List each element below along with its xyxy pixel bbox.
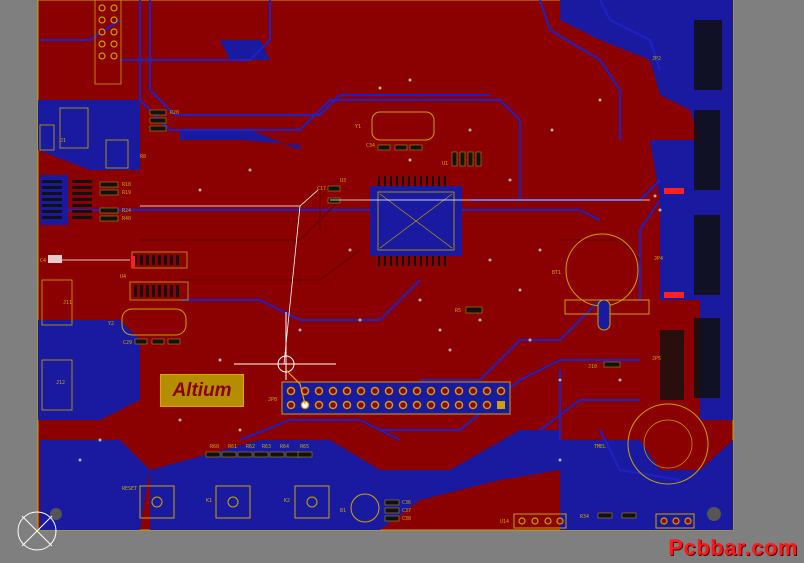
svg-text:C37: C37 [402, 508, 411, 514]
svg-text:J10: J10 [588, 364, 597, 370]
altium-logo: Altium [160, 374, 244, 407]
svg-text:R40: R40 [122, 216, 131, 222]
header-jp8 [281, 381, 511, 415]
svg-text:R63: R63 [262, 444, 271, 450]
svg-text:U3: U3 [340, 178, 346, 184]
svg-text:R5: R5 [455, 308, 461, 314]
svg-text:C34: C34 [366, 143, 375, 149]
svg-text:R24: R24 [122, 208, 131, 214]
svg-text:JP2: JP2 [652, 56, 661, 62]
svg-text:R34: R34 [580, 514, 589, 520]
svg-text:R60: R60 [210, 444, 219, 450]
svg-text:R61: R61 [228, 444, 237, 450]
main-ic-qfp [370, 176, 462, 266]
svg-text:RESET: RESET [122, 486, 137, 492]
svg-text:U14: U14 [500, 519, 509, 525]
svg-text:R64: R64 [280, 444, 289, 450]
svg-text:Y2: Y2 [108, 321, 114, 327]
svg-text:U4: U4 [120, 274, 126, 280]
svg-text:U1: U1 [442, 161, 448, 167]
svg-text:R65: R65 [300, 444, 309, 450]
svg-text:C17: C17 [317, 186, 326, 192]
svg-text:C4: C4 [40, 258, 46, 264]
svg-text:JP4: JP4 [654, 256, 663, 262]
svg-text:R20: R20 [170, 110, 179, 116]
watermark: Pcbbar.com [668, 535, 798, 560]
svg-text:K2: K2 [284, 498, 290, 504]
svg-text:R18: R18 [122, 182, 131, 188]
svg-text:BT1: BT1 [552, 270, 561, 276]
svg-text:Y1: Y1 [355, 124, 361, 130]
svg-text:K1: K1 [206, 498, 212, 504]
pcb-canvas[interactable]: J1 R8 R18 R19 R24 R40 R20 C4 U4 J11 J12 … [0, 0, 804, 563]
svg-text:J11: J11 [63, 300, 72, 306]
svg-text:TMEL: TMEL [594, 444, 606, 450]
svg-text:JP8: JP8 [268, 397, 277, 403]
svg-text:R8: R8 [140, 154, 146, 160]
svg-text:C36: C36 [402, 500, 411, 506]
svg-text:B1: B1 [340, 508, 346, 514]
svg-text:C38: C38 [402, 516, 411, 522]
svg-text:J12: J12 [56, 380, 65, 386]
svg-text:J1: J1 [60, 138, 66, 144]
svg-text:R62: R62 [246, 444, 255, 450]
svg-text:C29: C29 [123, 340, 132, 346]
svg-text:JP5: JP5 [652, 356, 661, 362]
svg-text:R19: R19 [122, 190, 131, 196]
